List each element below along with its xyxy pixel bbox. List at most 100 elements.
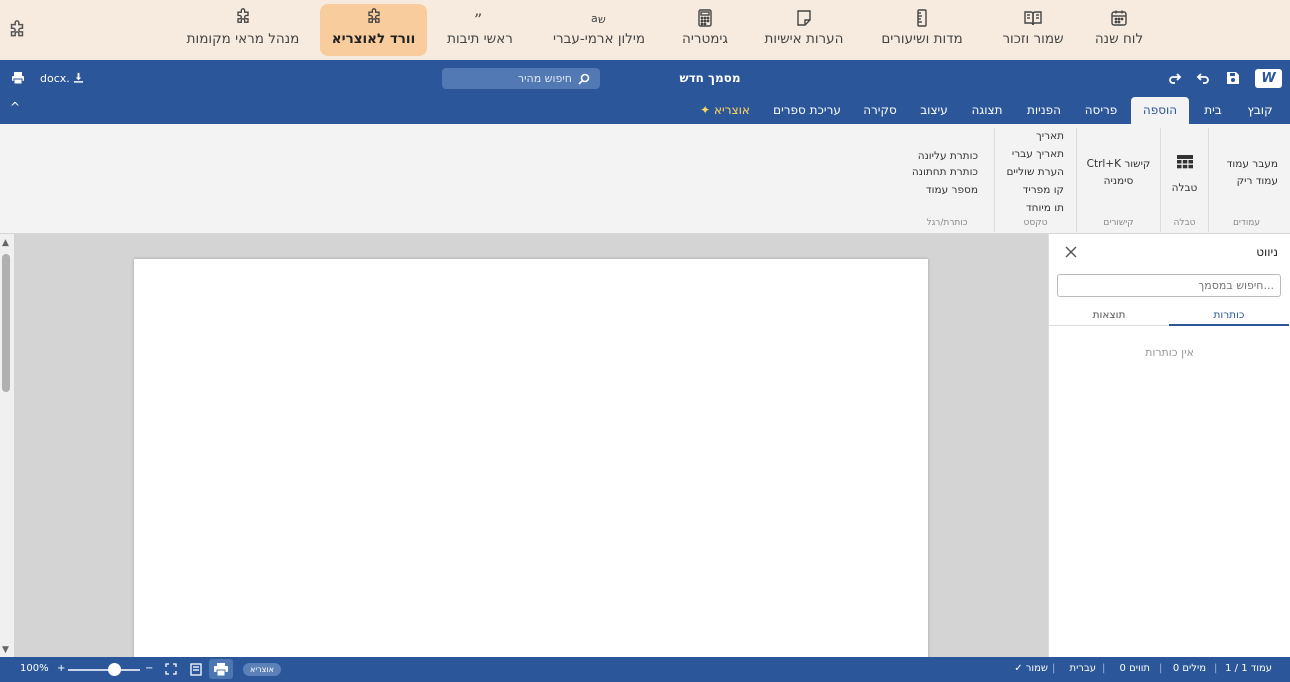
collapse-ribbon-button[interactable]: ^ <box>10 100 20 114</box>
separator: | <box>1159 663 1163 674</box>
app-tab-label: הערות אישיות <box>764 31 844 47</box>
app-tab-abbreviations[interactable]: ” ראשי תיבות <box>440 4 520 56</box>
title-bar: W מסמך חדש <box>0 60 1290 96</box>
group-name: קישורים <box>1103 218 1134 228</box>
app-tab-label: ראשי תיבות <box>447 31 513 47</box>
app-tab-label: מדות ושיעורים <box>881 31 963 47</box>
table-icon[interactable] <box>1176 154 1194 170</box>
group-header-footer: כותרת עליונה כותרת תחתונה מספר עמוד כותר… <box>900 128 994 232</box>
link-button[interactable]: קישור Ctrl+K <box>1077 158 1160 170</box>
ruler-icon <box>917 9 927 27</box>
nav-pane-title: ניווט <box>1256 245 1278 259</box>
tab-view[interactable]: תצוגה <box>963 97 1011 124</box>
app-tab-word-to-otzaria[interactable]: וורד לאוצריא <box>320 4 427 56</box>
zoom-slider-thumb[interactable] <box>108 663 121 676</box>
page-count: עמוד 1 / 1 <box>1225 663 1272 674</box>
app-tab-dictionary[interactable]: aש מילון ארמי-עברי <box>545 4 653 56</box>
app-tab-references-manager[interactable]: מנהל מראי מקומות <box>180 4 306 56</box>
bookmark-button[interactable]: סימניה <box>1077 175 1160 187</box>
app-tab-measures[interactable]: מדות ושיעורים <box>873 4 971 56</box>
app-tab-label: מילון ארמי-עברי <box>552 31 646 47</box>
quick-search-input[interactable]: חיפוש מהיר <box>442 68 600 89</box>
zoom-level[interactable]: 100% <box>20 663 49 674</box>
tab-references[interactable]: הפניות <box>1017 97 1071 124</box>
header-button[interactable]: כותרת עליונה <box>918 150 978 162</box>
print-layout-icon <box>214 663 228 676</box>
blank-page-button[interactable]: עמוד ריק <box>1237 175 1278 187</box>
zoom-slider[interactable] <box>68 669 140 671</box>
footer-button[interactable]: כותרת תחתונה <box>912 166 978 178</box>
svg-text:ש: ש <box>598 13 606 26</box>
note-icon <box>797 10 811 26</box>
word-count: 0 מילים <box>1172 663 1206 674</box>
separator-line-button[interactable]: קו מפריד <box>1023 184 1064 196</box>
puzzle-icon <box>237 8 249 23</box>
document-search-input[interactable] <box>1057 274 1281 297</box>
undo-icon[interactable] <box>1195 70 1211 86</box>
book-icon <box>1024 11 1042 26</box>
page-break-button[interactable]: מעבר עמוד <box>1227 158 1278 170</box>
footnote-button[interactable]: הערת שוליים <box>1006 166 1064 178</box>
save-icon[interactable] <box>1225 70 1241 86</box>
search-icon <box>578 73 590 85</box>
tab-otzaria[interactable]: ✦ אוצריא <box>692 97 758 124</box>
group-table: טבלה טבלה <box>1160 128 1208 232</box>
tab-book-editing[interactable]: עריכת ספרים <box>766 97 848 124</box>
redo-icon[interactable] <box>1167 70 1183 86</box>
group-links: קישור Ctrl+K סימניה קישורים <box>1076 128 1160 232</box>
language-indicator[interactable]: עברית <box>1070 663 1097 674</box>
app-tab-label: לוח שנה <box>1094 31 1144 47</box>
tab-results[interactable]: תוצאות <box>1049 306 1169 326</box>
tab-design[interactable]: עיצוב <box>911 97 957 124</box>
tab-home[interactable]: בית <box>1194 97 1232 124</box>
puzzle-settings-icon[interactable] <box>6 20 28 42</box>
scroll-up-icon[interactable]: ▲ <box>2 238 9 248</box>
app-tab-label: מנהל מראי מקומות <box>186 31 300 47</box>
app-tab-label: שמור וזכור <box>1002 31 1064 47</box>
svg-text:a: a <box>591 12 598 25</box>
app-tab-calendar[interactable]: לוח שנה <box>1084 4 1154 56</box>
app-tab-label: גימטריה <box>682 31 728 47</box>
download-icon <box>74 72 84 83</box>
calendar-icon <box>1111 10 1127 26</box>
fullscreen-icon[interactable] <box>165 663 177 675</box>
page-number-button[interactable]: מספר עמוד <box>926 184 978 196</box>
separator: | <box>1052 663 1056 674</box>
special-char-button[interactable]: תו מיוחד <box>1026 202 1064 214</box>
table-button[interactable]: טבלה <box>1161 182 1208 194</box>
tab-file[interactable]: קובץ <box>1238 97 1282 124</box>
char-count: 0 תווים <box>1119 663 1150 674</box>
zoom-in-button[interactable]: + <box>57 663 65 674</box>
docx-label: docx. <box>40 72 70 85</box>
otzaria-badge[interactable]: אוצריא <box>243 663 281 676</box>
quote-icon: ” <box>474 10 482 28</box>
zoom-out-button[interactable]: − <box>145 663 153 674</box>
date-button[interactable]: תאריך <box>1036 130 1064 142</box>
read-mode-icon[interactable] <box>190 663 202 676</box>
group-name: טבלה <box>1173 218 1196 228</box>
separator: | <box>1214 663 1218 674</box>
app-tab-remember[interactable]: שמור וזכור <box>993 4 1073 56</box>
svg-text:”: ” <box>474 10 482 28</box>
hebrew-date-button[interactable]: תאריך עברי <box>1012 148 1064 160</box>
ribbon: מעבר עמוד עמוד ריק עמודים טבלה טבלה קישו… <box>0 124 1290 234</box>
tab-review[interactable]: סקירה <box>855 97 905 124</box>
scroll-thumb[interactable] <box>2 254 10 392</box>
document-page[interactable] <box>134 259 928 659</box>
print-icon[interactable] <box>11 71 25 85</box>
scroll-down-icon[interactable]: ▼ <box>2 645 9 655</box>
tab-insert[interactable]: הוספה <box>1131 97 1189 124</box>
ribbon-tabs: קובץ בית הוספה פריסה הפניות תצוגה עיצוב … <box>0 96 1290 124</box>
app-tab-gematria[interactable]: גימטריה <box>675 4 735 56</box>
app-tab-notes[interactable]: הערות אישיות <box>757 4 851 56</box>
group-text: תאריך תאריך עברי הערת שוליים קו מפריד תו… <box>994 128 1076 232</box>
document-title: מסמך חדש <box>679 71 741 85</box>
group-name: טקסט <box>1023 218 1048 228</box>
tab-layout[interactable]: פריסה <box>1075 97 1127 124</box>
document-area <box>14 234 1048 659</box>
vertical-scrollbar[interactable]: ▲ ▼ <box>0 234 14 657</box>
download-docx-button[interactable]: docx. <box>40 72 84 85</box>
close-icon[interactable] <box>1063 244 1079 260</box>
tab-headings[interactable]: כותרות <box>1169 306 1289 326</box>
translate-icon: aש <box>591 12 606 26</box>
